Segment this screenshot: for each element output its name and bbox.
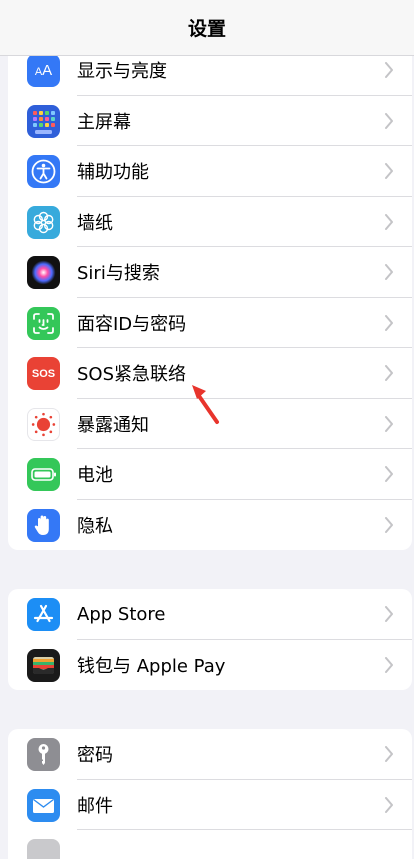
row-label: 钱包与 Apple Pay — [77, 655, 226, 677]
face-id-icon — [27, 306, 60, 340]
settings-group-1: AA 显示与亮度 主屏幕 辅助功能 墙纸 Siri与搜索 面容ID与密码 SOS… — [8, 45, 412, 550]
chevron-right-icon — [385, 112, 393, 129]
row-label: 墙纸 — [77, 212, 113, 234]
chevron-right-icon — [385, 415, 393, 432]
wallet-icon — [27, 648, 60, 682]
chevron-right-icon — [385, 606, 393, 622]
chevron-right-icon — [385, 213, 393, 230]
settings-row-mail[interactable]: 邮件 — [8, 780, 412, 830]
row-label: App Store — [77, 603, 166, 625]
chevron-right-icon — [385, 365, 393, 381]
siri-icon — [27, 256, 60, 289]
contacts-icon — [27, 839, 60, 859]
battery-icon — [27, 458, 60, 491]
chevron-right-icon — [385, 746, 393, 762]
chevron-right-icon — [385, 466, 393, 482]
accessibility-icon — [27, 155, 60, 188]
mail-icon — [27, 788, 60, 822]
row-label: 面容ID与密码 — [77, 313, 187, 335]
row-label: 密码 — [77, 745, 113, 767]
row-label: 隐私 — [77, 515, 113, 537]
chevron-right-icon — [385, 656, 393, 673]
chevron-right-icon — [385, 516, 393, 533]
chevron-right-icon — [385, 264, 393, 280]
privacy-hand-icon — [27, 508, 60, 542]
wallpaper-flower-icon — [27, 205, 60, 239]
app-store-icon — [27, 598, 60, 631]
key-icon — [27, 738, 60, 771]
settings-row-home-screen[interactable]: 主屏幕 — [8, 96, 412, 146]
nav-bar: 设置 — [0, 0, 414, 56]
row-label: 显示与亮度 — [77, 61, 167, 83]
settings-row-privacy[interactable]: 隐私 — [8, 500, 412, 551]
chevron-right-icon — [385, 163, 393, 179]
row-label: 电池 — [77, 465, 113, 487]
sos-icon: SOS — [27, 357, 60, 390]
row-label: Siri与搜索 — [77, 263, 160, 285]
settings-row-app-store[interactable]: App Store — [8, 589, 412, 640]
settings-group-2: App Store 钱包与 Apple Pay — [8, 589, 412, 690]
chevron-right-icon — [385, 314, 393, 331]
settings-row-siri[interactable]: Siri与搜索 — [8, 247, 412, 298]
settings-row-wallpaper[interactable]: 墙纸 — [8, 197, 412, 247]
settings-row-face-id[interactable]: 面容ID与密码 — [8, 298, 412, 348]
settings-row-wallet[interactable]: 钱包与 Apple Pay — [8, 640, 412, 691]
annotation-arrow-icon — [192, 385, 219, 424]
row-label: 主屏幕 — [77, 111, 131, 133]
chevron-right-icon — [385, 62, 393, 78]
row-label: SOS紧急联络 — [77, 364, 187, 386]
display-brightness-icon: AA — [27, 54, 60, 87]
settings-row-battery[interactable]: 电池 — [8, 449, 412, 500]
settings-group-3: 密码 邮件 — [8, 729, 412, 859]
row-label: 邮件 — [77, 795, 113, 817]
row-label: 暴露通知 — [77, 414, 149, 436]
settings-row-partial[interactable] — [8, 830, 412, 859]
page-title: 设置 — [187, 18, 226, 40]
home-screen-icon — [27, 104, 60, 138]
settings-row-passwords[interactable]: 密码 — [8, 729, 412, 780]
settings-row-accessibility[interactable]: 辅助功能 — [8, 146, 412, 197]
row-label: 辅助功能 — [77, 162, 149, 184]
chevron-right-icon — [385, 796, 393, 813]
exposure-notification-icon — [27, 407, 60, 441]
